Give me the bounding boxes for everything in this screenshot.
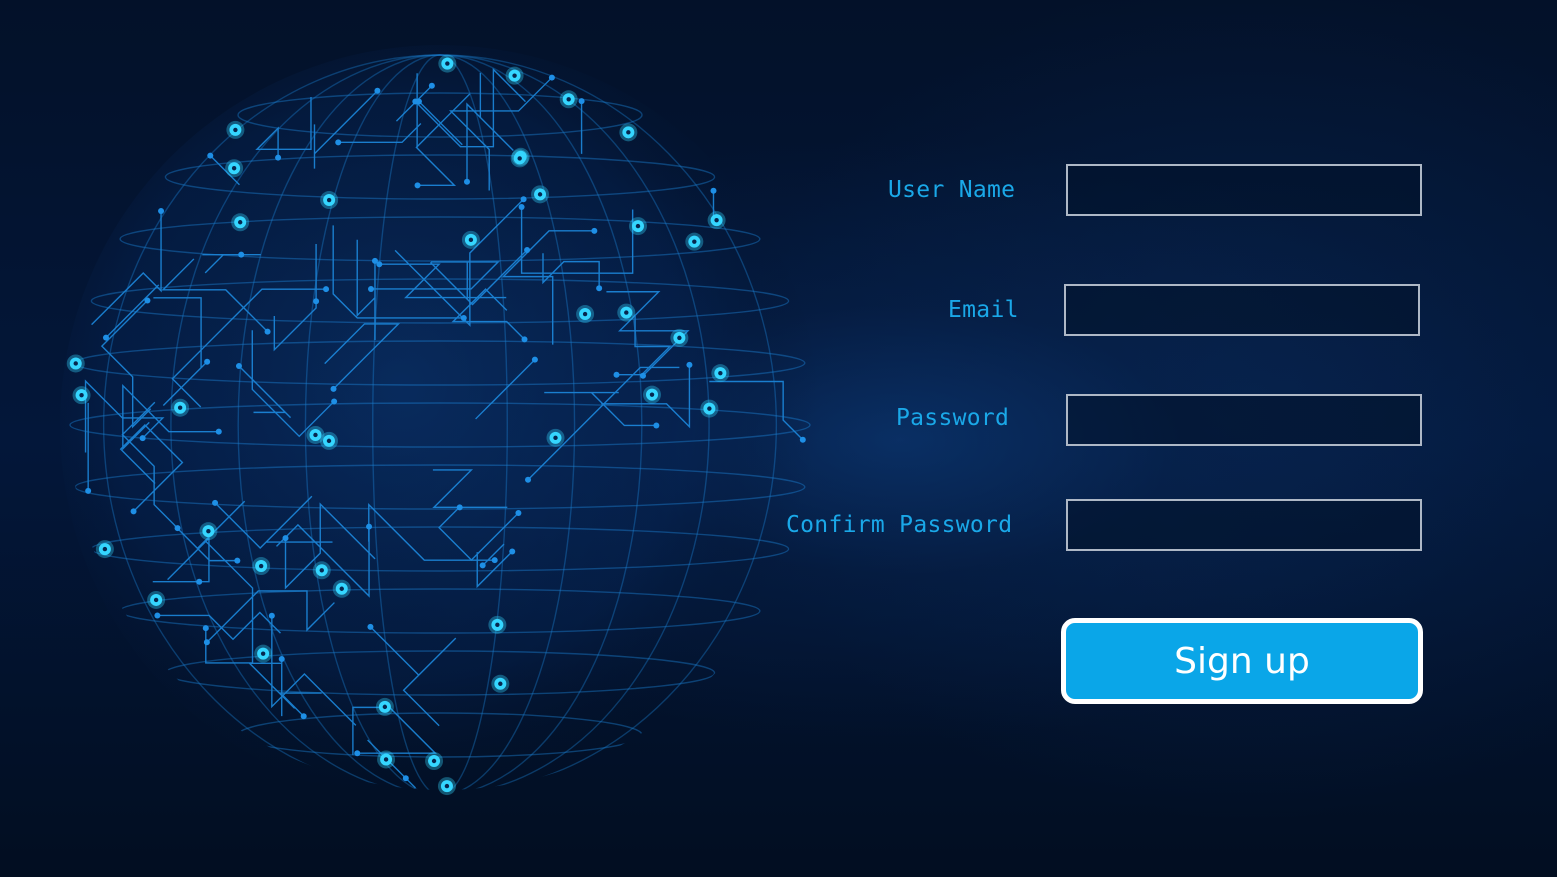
confirm-password-input[interactable]: [1066, 499, 1422, 551]
username-input[interactable]: [1066, 164, 1422, 216]
password-input[interactable]: [1066, 394, 1422, 446]
password-label: Password: [896, 405, 1010, 431]
signup-button[interactable]: Sign up: [1061, 618, 1423, 704]
confirm-password-label: Confirm Password: [786, 512, 1013, 538]
signup-screen: User Name Email Password Confirm Passwor…: [0, 0, 1557, 877]
network-globe-illustration: [60, 45, 820, 805]
email-label: Email: [948, 297, 1019, 323]
username-label: User Name: [888, 177, 1016, 203]
email-input[interactable]: [1064, 284, 1420, 336]
